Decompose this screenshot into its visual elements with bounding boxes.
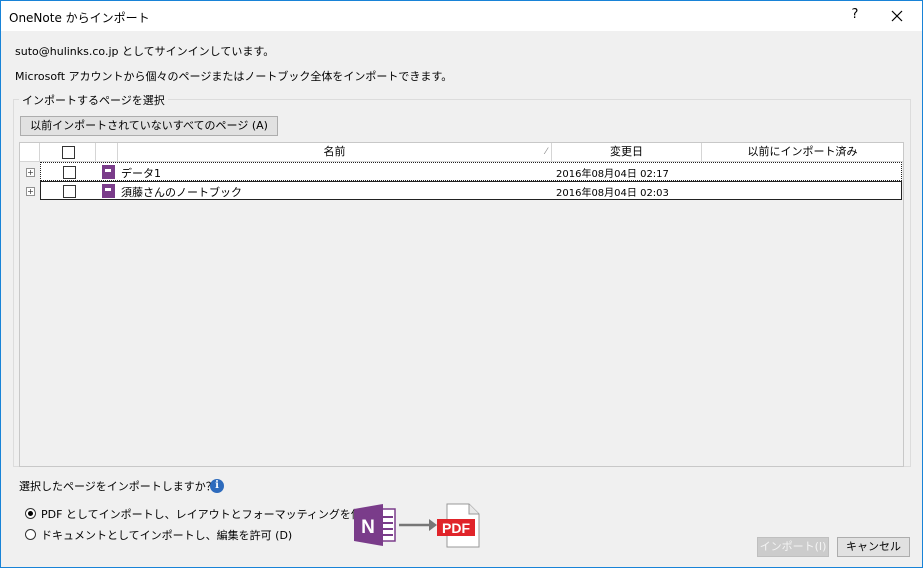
close-button[interactable]	[885, 5, 909, 27]
table-row[interactable]: 須藤さんのノートブック 2016年08月04日 02:03	[40, 181, 902, 200]
signed-in-text: suto@hulinks.co.jp としてサインインしています。	[15, 45, 275, 58]
title-bar: OneNote からインポート ?	[1, 1, 922, 31]
pages-grid: 名前 ⁄ 変更日 以前にインポート済み + データ1 2016年08月04日 0…	[19, 142, 904, 467]
onenote-to-pdf-illustration: N PDF	[354, 503, 480, 548]
pdf-label: PDF	[442, 520, 470, 536]
onenote-import-dialog: OneNote からインポート ? suto@hulinks.co.jp として…	[0, 0, 923, 568]
select-all-unimported-button[interactable]: 以前インポートされていないすべてのページ (A)	[20, 116, 278, 136]
onenote-logo-icon: N	[354, 504, 396, 546]
row-checkbox[interactable]	[63, 185, 76, 198]
import-as-document-label[interactable]: ドキュメントとしてインポートし、編集を許可 (D)	[41, 527, 292, 543]
column-header-name-label: 名前	[323, 145, 346, 158]
row-modified: 2016年08月04日 02:17	[556, 169, 669, 180]
arrow-right-icon	[399, 519, 437, 531]
select-all-checkbox[interactable]	[62, 146, 75, 159]
table-row[interactable]: データ1 2016年08月04日 02:17	[40, 162, 902, 181]
cancel-button[interactable]: キャンセル	[837, 537, 910, 557]
row-modified: 2016年08月04日 02:03	[556, 188, 669, 199]
notebook-icon	[102, 184, 115, 198]
notebook-icon	[102, 165, 115, 179]
header-icon-col	[96, 143, 118, 162]
page-selection-label: インポートするページを選択	[19, 92, 168, 108]
description-text: Microsoft アカウントから個々のページまたはノートブック全体をインポート…	[15, 70, 453, 83]
expand-row-2-icon[interactable]: +	[26, 187, 35, 196]
close-icon	[891, 10, 903, 22]
onenote-letter: N	[361, 517, 375, 538]
header-expander-col	[20, 143, 40, 162]
import-question: 選択したページをインポートしますか？	[19, 480, 217, 493]
help-button[interactable]: ?	[847, 7, 863, 25]
import-as-pdf-radio[interactable]	[25, 508, 36, 519]
row-checkbox[interactable]	[63, 166, 76, 179]
import-as-document-radio[interactable]	[25, 529, 36, 540]
header-select-all	[40, 143, 96, 162]
import-as-pdf-label[interactable]: PDF としてインポートし、レイアウトとフォーマッティングを保持 (P)	[41, 506, 392, 522]
window-title: OneNote からインポート	[9, 11, 150, 25]
column-header-modified[interactable]: 変更日	[552, 143, 702, 162]
column-header-name[interactable]: 名前 ⁄	[118, 143, 552, 162]
row-name: データ1	[121, 167, 161, 180]
import-button[interactable]: インポート(I)	[757, 537, 829, 557]
info-icon[interactable]: i	[210, 479, 224, 493]
column-header-imported[interactable]: 以前にインポート済み	[702, 143, 903, 162]
expand-row-1-icon[interactable]: +	[26, 168, 35, 177]
sort-indicator-icon: ⁄	[545, 147, 547, 157]
row-name: 須藤さんのノートブック	[121, 186, 242, 199]
pdf-file-icon: PDF	[437, 503, 480, 548]
